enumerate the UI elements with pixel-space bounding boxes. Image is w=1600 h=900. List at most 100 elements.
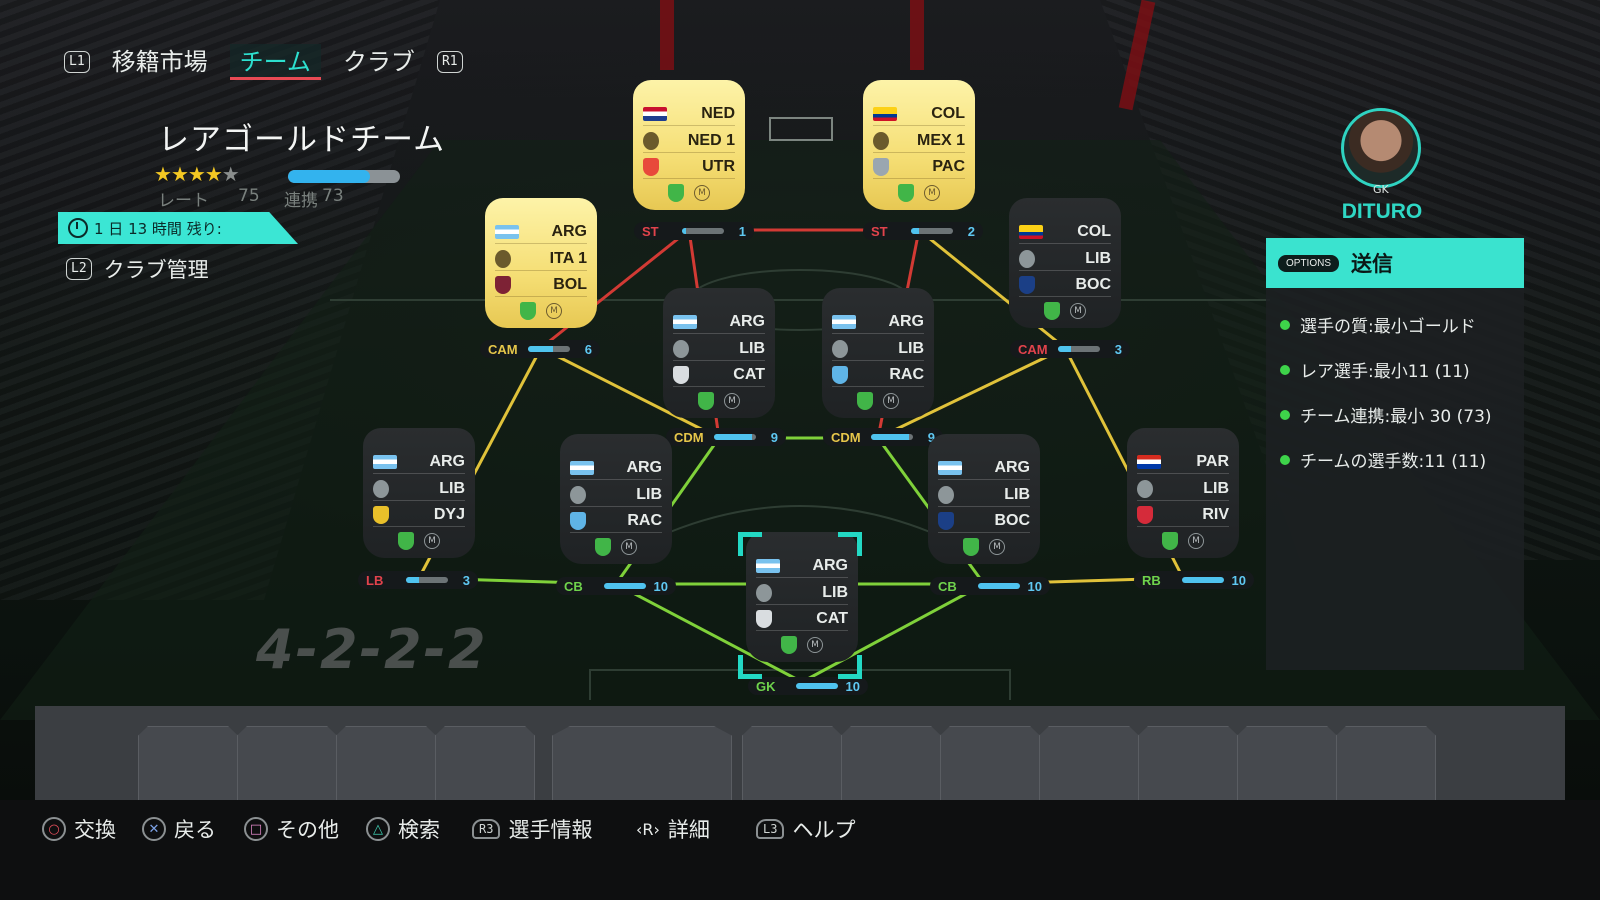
position-label: CDM xyxy=(831,429,861,445)
position-label: ST xyxy=(642,223,659,239)
player-card-st2[interactable]: COL MEX 1 PAC M xyxy=(863,80,975,210)
player-card-cbR[interactable]: ARG LIB BOC M xyxy=(928,434,1040,564)
manager-icon: M xyxy=(924,185,940,201)
position-label: RB xyxy=(1142,572,1161,588)
bench-slot[interactable] xyxy=(552,726,732,806)
club-crest-icon xyxy=(832,365,848,384)
nation-row: ARG xyxy=(938,456,1030,480)
submit-label: 送信 xyxy=(1351,252,1394,276)
manager-icon: M xyxy=(621,539,637,555)
bench-slot[interactable] xyxy=(237,726,337,806)
shield-icon xyxy=(963,538,979,556)
shield-icon xyxy=(857,392,873,410)
league-row: LIB xyxy=(570,483,662,507)
nation-row: ARG xyxy=(673,310,765,334)
flag-icon xyxy=(495,224,519,239)
bench-slot[interactable] xyxy=(138,726,238,806)
manager-icon: M xyxy=(1070,303,1086,319)
o-button-icon: ○ xyxy=(42,817,66,841)
club-code: PAC xyxy=(932,157,965,175)
player-card-cdmL[interactable]: ARG LIB CAT M xyxy=(663,288,775,418)
nation-code: NED xyxy=(701,104,735,122)
club-code: BOC xyxy=(994,511,1030,529)
shield-icon xyxy=(1162,532,1178,550)
league-icon xyxy=(570,485,586,504)
card-footer: M xyxy=(663,392,775,410)
chemistry-mini-bar-fill xyxy=(1058,346,1071,352)
flag-icon xyxy=(373,454,397,469)
nation-code: ARG xyxy=(888,312,924,330)
league-row: LIB xyxy=(756,581,848,605)
position-chemistry-pill: CAM 3 xyxy=(1010,340,1130,358)
bench-slot[interactable] xyxy=(435,726,535,806)
submit-button[interactable]: OPTIONS 送信 xyxy=(1266,238,1524,288)
flag-icon xyxy=(938,460,962,475)
player-card-cdmR[interactable]: ARG LIB RAC M xyxy=(822,288,934,418)
league-icon xyxy=(643,131,659,150)
bench-slot[interactable] xyxy=(1336,726,1436,806)
player-card-camR[interactable]: COL LIB BOC M xyxy=(1009,198,1121,328)
chemistry-mini-bar xyxy=(682,228,724,234)
league-row: LIB xyxy=(673,337,765,361)
league-row: NED 1 xyxy=(643,129,735,153)
chemistry-mini-bar xyxy=(714,434,756,440)
position-label: CB xyxy=(938,578,957,594)
chemistry-mini-bar-fill xyxy=(871,434,909,440)
chemistry-number: 3 xyxy=(1114,341,1122,357)
help-label: 戻る xyxy=(174,818,216,842)
nation-code: ARG xyxy=(812,556,848,574)
league-row: LIB xyxy=(1137,477,1229,501)
chemistry-mini-bar-fill xyxy=(978,583,1020,589)
nation-code: ARG xyxy=(429,452,465,470)
club-row: RAC xyxy=(832,363,924,387)
shield-icon xyxy=(698,392,714,410)
league-icon xyxy=(1137,479,1153,498)
manager-icon: M xyxy=(724,393,740,409)
bench-slot[interactable] xyxy=(336,726,436,806)
league-row: LIB xyxy=(373,477,465,501)
player-card-rb[interactable]: PAR LIB RIV M xyxy=(1127,428,1239,558)
position-chemistry-pill: CB 10 xyxy=(930,577,1050,595)
league-row: ITA 1 xyxy=(495,247,587,271)
check-dot-icon xyxy=(1280,319,1290,330)
nation-row: ARG xyxy=(570,456,662,480)
requirement-item: チームの選手数:11 (11) xyxy=(1280,447,1486,472)
club-crest-icon xyxy=(873,157,889,176)
league-icon xyxy=(673,339,689,358)
bench-slot[interactable] xyxy=(841,726,941,806)
bench-slot[interactable] xyxy=(1237,726,1337,806)
position-chemistry-pill: CDM 9 xyxy=(823,428,943,446)
player-card-cbL[interactable]: ARG LIB RAC M xyxy=(560,434,672,564)
chemistry-number: 10 xyxy=(653,578,668,594)
help-label: 選手情報 xyxy=(508,818,593,842)
help-label: その他 xyxy=(276,818,339,842)
help-item: ○ 交換 xyxy=(42,814,116,844)
nation-row: ARG xyxy=(495,220,587,244)
nation-code: ARG xyxy=(551,222,587,240)
chemistry-number: 9 xyxy=(770,429,778,445)
player-card-st1[interactable]: NED NED 1 UTR M xyxy=(633,80,745,210)
club-crest-icon xyxy=(673,365,689,384)
player-card-lb[interactable]: ARG LIB DYJ M xyxy=(363,428,475,558)
nation-row: PAR xyxy=(1137,450,1229,474)
help-label: 詳細 xyxy=(667,818,710,842)
nation-row: COL xyxy=(873,102,965,126)
nation-code: COL xyxy=(1077,222,1111,240)
club-code: RAC xyxy=(889,365,924,383)
flag-icon xyxy=(570,460,594,475)
nation-row: NED xyxy=(643,102,735,126)
check-dot-icon xyxy=(1280,409,1290,420)
player-card-camL[interactable]: ARG ITA 1 BOL M xyxy=(485,198,597,328)
selection-corner xyxy=(738,532,762,556)
chemistry-mini-bar xyxy=(1058,346,1100,352)
bench-slot[interactable] xyxy=(940,726,1040,806)
club-crest-icon xyxy=(1137,505,1153,524)
bench-slot[interactable] xyxy=(1039,726,1139,806)
help-item: △ 検索 xyxy=(366,814,440,844)
bench-slot[interactable] xyxy=(1138,726,1238,806)
chemistry-number: 10 xyxy=(845,678,860,694)
bench-slot[interactable] xyxy=(742,726,842,806)
chemistry-mini-bar xyxy=(796,683,838,689)
position-chemistry-pill: RB 10 xyxy=(1134,571,1254,589)
nation-row: ARG xyxy=(832,310,924,334)
